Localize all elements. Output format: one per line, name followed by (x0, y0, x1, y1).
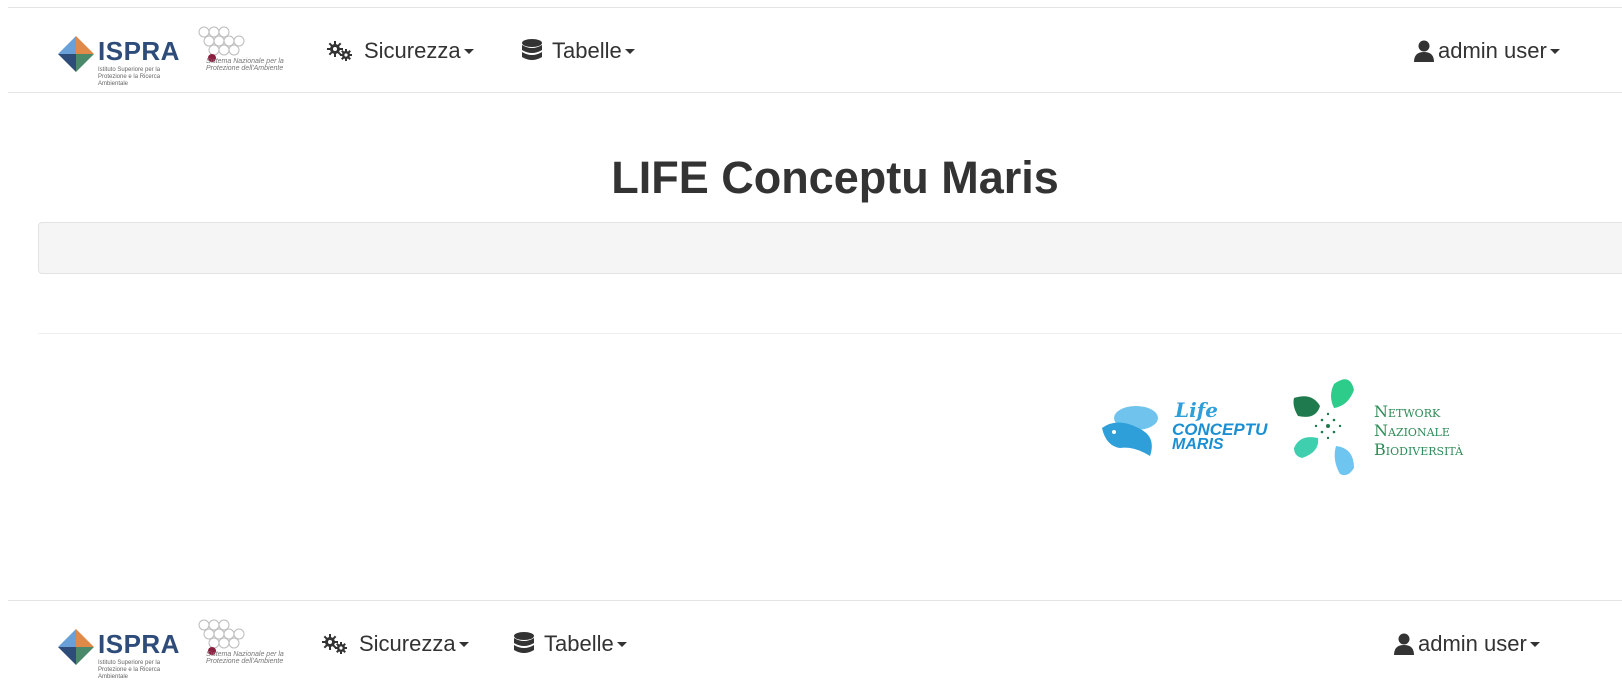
life-conceptu-maris-logo: Life CONCEPTU MARIS (1098, 398, 1270, 464)
top-navbar: ISPRA Istituto Superiore per la Protezio… (8, 7, 1622, 93)
network-logo-text: Network Nazionale Biodiversità (1374, 402, 1463, 459)
user-menu-label: admin user (1438, 38, 1547, 63)
snpa-logo[interactable]: Sistema Nazionale per la Protezione dell… (194, 617, 290, 677)
database-icon (522, 39, 542, 63)
user-icon (1414, 40, 1434, 62)
menu-security-label: Sicurezza (359, 631, 456, 656)
ispra-diamond-icon (58, 36, 94, 72)
user-menu-label: admin user (1418, 631, 1527, 656)
user-icon (1394, 633, 1414, 655)
leaves-icon (1293, 379, 1354, 476)
ispra-wordmark: ISPRA (98, 36, 180, 66)
snpa-subtitle: Sistema Nazionale per la Protezione dell… (206, 651, 284, 665)
ispra-logo[interactable]: ISPRA Istituto Superiore per la Protezio… (58, 32, 188, 87)
menu-tables-label: Tabelle (552, 38, 622, 63)
menu-security-label: Sicurezza (364, 38, 461, 63)
caret-down-icon (616, 641, 627, 647)
snpa-subtitle: Sistema Nazionale per la Protezione dell… (206, 58, 284, 72)
life-logo-line3: MARIS (1172, 436, 1224, 453)
user-menu[interactable]: admin user (1394, 629, 1540, 659)
user-menu[interactable]: admin user (1414, 36, 1560, 66)
network-logo-line3: Biodiversità (1374, 440, 1464, 459)
menu-security[interactable]: Sicurezza (326, 36, 474, 66)
menu-tables[interactable]: Tabelle (514, 629, 627, 659)
menu-tables[interactable]: Tabelle (522, 36, 635, 66)
caret-down-icon (1529, 641, 1540, 647)
divider (38, 333, 1622, 334)
ispra-diamond-icon (58, 629, 94, 665)
network-nazionale-biodiversita-logo: Network Nazionale Biodiversità (1292, 376, 1492, 486)
bottom-navbar: ISPRA Istituto Superiore per la Protezio… (8, 600, 1622, 681)
menu-security[interactable]: Sicurezza (321, 629, 469, 659)
whale-turtle-icon (1102, 406, 1158, 456)
life-logo-line1: Life (1175, 398, 1218, 422)
ispra-subtitle: Istituto Superiore per la Protezione e l… (98, 660, 161, 680)
caret-down-icon (463, 48, 474, 54)
caret-down-icon (1549, 48, 1560, 54)
content-well (38, 222, 1622, 274)
page-title: LIFE Conceptu Maris (611, 152, 1059, 203)
ispra-wordmark: ISPRA (98, 629, 180, 659)
caret-down-icon (458, 641, 469, 647)
ispra-logo[interactable]: ISPRA Istituto Superiore per la Protezio… (58, 625, 188, 680)
ispra-subtitle: Istituto Superiore per la Protezione e l… (98, 67, 161, 87)
database-icon (514, 632, 534, 656)
network-logo-line2: Nazionale (1374, 421, 1450, 440)
caret-down-icon (624, 48, 635, 54)
snpa-logo[interactable]: Sistema Nazionale per la Protezione dell… (194, 24, 290, 84)
menu-tables-label: Tabelle (544, 631, 614, 656)
cogs-icon (326, 40, 354, 62)
cogs-icon (321, 633, 349, 655)
network-logo-line1: Network (1374, 402, 1441, 421)
